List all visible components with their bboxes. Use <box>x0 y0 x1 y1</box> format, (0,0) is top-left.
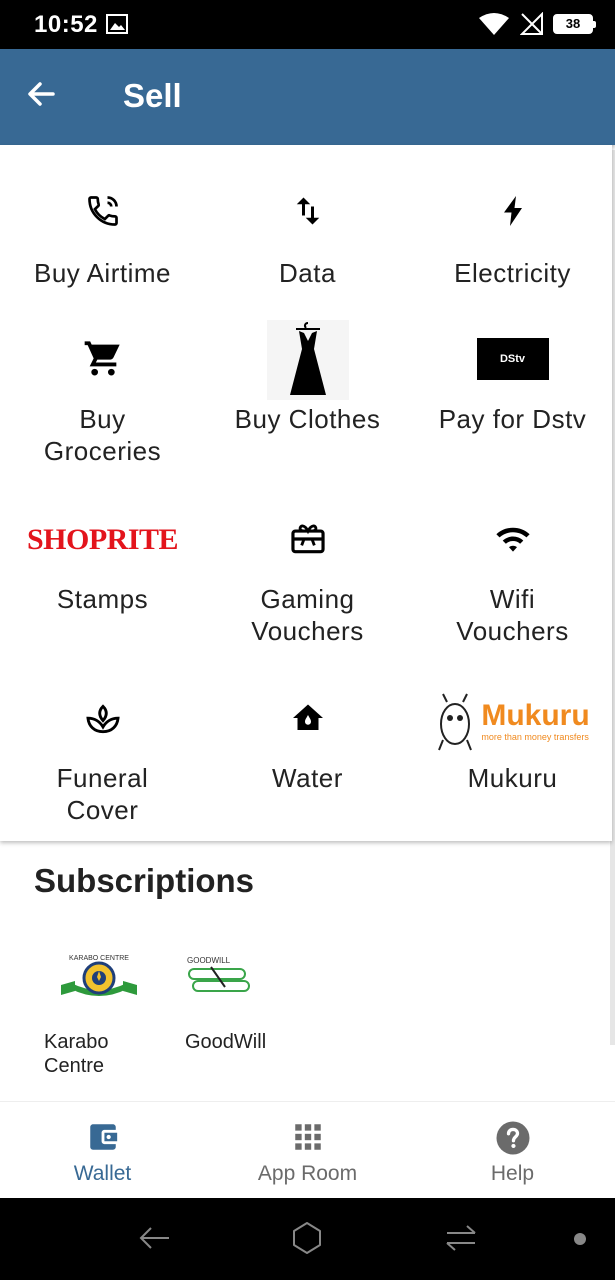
system-nav-bar <box>0 1198 615 1280</box>
service-label: Pay for Dstv <box>438 404 587 434</box>
service-water[interactable]: Water <box>205 680 410 830</box>
service-mukuru[interactable]: Mukuru more than money transfers Mukuru <box>410 680 615 830</box>
bottom-nav: Wallet App Room Help <box>0 1101 615 1198</box>
subscription-label: Karabo Centre <box>44 1031 109 1077</box>
no-signal-icon <box>519 11 544 41</box>
service-label: Buy Airtime <box>34 258 171 288</box>
status-bar: 10:52 38 <box>0 0 615 49</box>
service-data[interactable]: Data <box>205 145 410 305</box>
nav-app-room[interactable]: App Room <box>205 1102 410 1199</box>
phone-in-talk-icon <box>0 193 205 229</box>
apps-grid-icon <box>205 1120 410 1154</box>
service-funeral-cover[interactable]: Funeral Cover <box>0 680 205 830</box>
nav-label: Wallet <box>73 1162 132 1185</box>
service-buy-clothes[interactable]: Buy Clothes <box>205 320 410 470</box>
nav-label: Help <box>490 1162 535 1185</box>
wifi-icon <box>410 520 615 558</box>
status-time: 10:52 <box>34 11 98 38</box>
gallery-icon <box>106 14 128 39</box>
service-label: Data <box>279 258 336 288</box>
goodwill-logo-text: GOODWILL <box>187 956 231 965</box>
page-title: Sell <box>123 77 182 114</box>
service-gaming-vouchers[interactable]: Gaming Vouchers <box>205 500 410 660</box>
service-label: Buy Clothes <box>234 404 381 434</box>
services-card: Buy Airtime Data Electricity Buy Groceri… <box>0 145 612 841</box>
battery-icon: 38 <box>553 14 596 34</box>
mukuru-tagline: more than money transfers <box>481 731 589 742</box>
service-label: Funeral Cover <box>56 763 149 825</box>
swap-vertical-icon <box>205 193 410 229</box>
service-stamps[interactable]: SHOPRITE Stamps <box>0 500 205 660</box>
service-label: Gaming Vouchers <box>251 584 364 646</box>
system-recents-icon[interactable] <box>443 1220 479 1261</box>
help-circle-icon <box>410 1120 615 1156</box>
service-label: Wifi Vouchers <box>456 584 569 646</box>
system-home-icon[interactable] <box>289 1220 325 1261</box>
gift-card-icon <box>205 520 410 558</box>
nav-label: App Room <box>257 1162 358 1185</box>
service-buy-airtime[interactable]: Buy Airtime <box>0 145 205 305</box>
subscriptions-title: Subscriptions <box>34 862 255 899</box>
karabo-centre-logo: KARABO CENTRE <box>44 948 154 1008</box>
nav-help[interactable]: Help <box>410 1102 615 1199</box>
dstv-logo: DStv <box>476 338 549 380</box>
service-pay-dstv[interactable]: DStv Pay for Dstv <box>410 320 615 470</box>
goodwill-logo: GOODWILL <box>185 948 265 1008</box>
app-bar: Sell <box>0 49 615 145</box>
mukuru-wordmark: Mukuru <box>481 698 590 732</box>
lightning-bolt-icon <box>410 193 615 229</box>
wifi-icon <box>478 12 510 41</box>
back-button[interactable] <box>26 79 66 115</box>
home-icon <box>205 700 410 736</box>
system-dot-icon[interactable] <box>573 1232 587 1251</box>
service-label: Water <box>272 763 343 793</box>
service-label: Electricity <box>454 258 571 288</box>
service-label: Mukuru <box>467 763 558 793</box>
dress-icon <box>205 320 410 400</box>
service-wifi-vouchers[interactable]: Wifi Vouchers <box>410 500 615 660</box>
nav-wallet[interactable]: Wallet <box>0 1102 205 1199</box>
service-buy-groceries[interactable]: Buy Groceries <box>0 320 205 470</box>
system-back-icon[interactable] <box>136 1220 172 1261</box>
mukuru-logo: Mukuru more than money transfers <box>410 688 615 754</box>
karabo-logo-text: KARABO CENTRE <box>69 955 129 962</box>
subscription-label: GoodWill <box>185 1031 267 1053</box>
service-electricity[interactable]: Electricity <box>410 145 615 305</box>
service-label: Stamps <box>56 584 149 614</box>
cart-icon <box>0 338 205 378</box>
arrow-left-icon <box>28 82 55 106</box>
service-label: Buy Groceries <box>43 404 162 466</box>
wallet-icon <box>0 1120 205 1154</box>
shoprite-logo: SHOPRITE <box>26 523 179 556</box>
lotus-icon <box>0 700 205 738</box>
